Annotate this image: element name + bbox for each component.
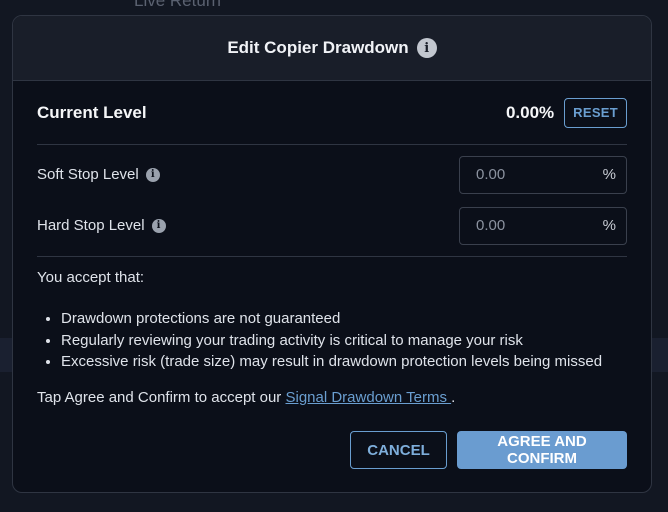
- hard-stop-row: Hard Stop Level i %: [37, 200, 627, 251]
- agree-and-confirm-button[interactable]: AGREE AND CONFIRM: [457, 431, 627, 469]
- soft-stop-info-icon[interactable]: i: [145, 167, 160, 182]
- dialog-header: Edit Copier Drawdown i: [13, 16, 651, 81]
- section-divider: [37, 256, 627, 257]
- terms-list-item: Regularly reviewing your trading activit…: [61, 330, 627, 352]
- soft-stop-input[interactable]: [474, 165, 603, 184]
- terms-list-item: Excessive risk (trade size) may result i…: [61, 351, 627, 373]
- confirm-instruction: Tap Agree and Confirm to accept our Sign…: [37, 389, 627, 406]
- dialog-body: Current Level 0.00% RESET Soft Stop Leve…: [13, 81, 651, 406]
- signal-drawdown-terms-link[interactable]: Signal Drawdown Terms: [285, 389, 451, 406]
- confirm-suffix-text: .: [451, 388, 456, 406]
- soft-stop-field[interactable]: %: [459, 155, 627, 194]
- current-level-label: Current Level: [37, 102, 147, 122]
- hard-stop-label: Hard Stop Level: [37, 217, 145, 234]
- edit-drawdown-dialog: Edit Copier Drawdown i Current Level 0.0…: [12, 15, 652, 493]
- background-live-return-text: Live Return: [134, 0, 221, 10]
- reset-button[interactable]: RESET: [564, 97, 627, 128]
- title-info-icon[interactable]: i: [416, 38, 437, 58]
- hard-stop-field[interactable]: %: [459, 206, 627, 245]
- soft-stop-percent-suffix: %: [602, 166, 616, 183]
- current-level-row: Current Level 0.00% RESET: [37, 81, 627, 145]
- terms-list-item: Drawdown protections are not guaranteed: [61, 308, 627, 330]
- terms-list: Drawdown protections are not guaranteed …: [37, 308, 627, 373]
- hard-stop-input[interactable]: [474, 216, 603, 235]
- soft-stop-row: Soft Stop Level i %: [37, 149, 627, 200]
- dialog-actions: CANCEL AGREE AND CONFIRM: [350, 431, 627, 469]
- current-level-value: 0.00%: [505, 102, 555, 122]
- hard-stop-info-icon[interactable]: i: [151, 218, 166, 233]
- accept-intro-text: You accept that:: [37, 269, 145, 286]
- dialog-title: Edit Copier Drawdown: [227, 38, 409, 57]
- cancel-button[interactable]: CANCEL: [350, 431, 447, 469]
- confirm-prefix-text: Tap Agree and Confirm to accept our: [37, 388, 286, 406]
- hard-stop-percent-suffix: %: [602, 217, 616, 234]
- soft-stop-label: Soft Stop Level: [37, 166, 139, 183]
